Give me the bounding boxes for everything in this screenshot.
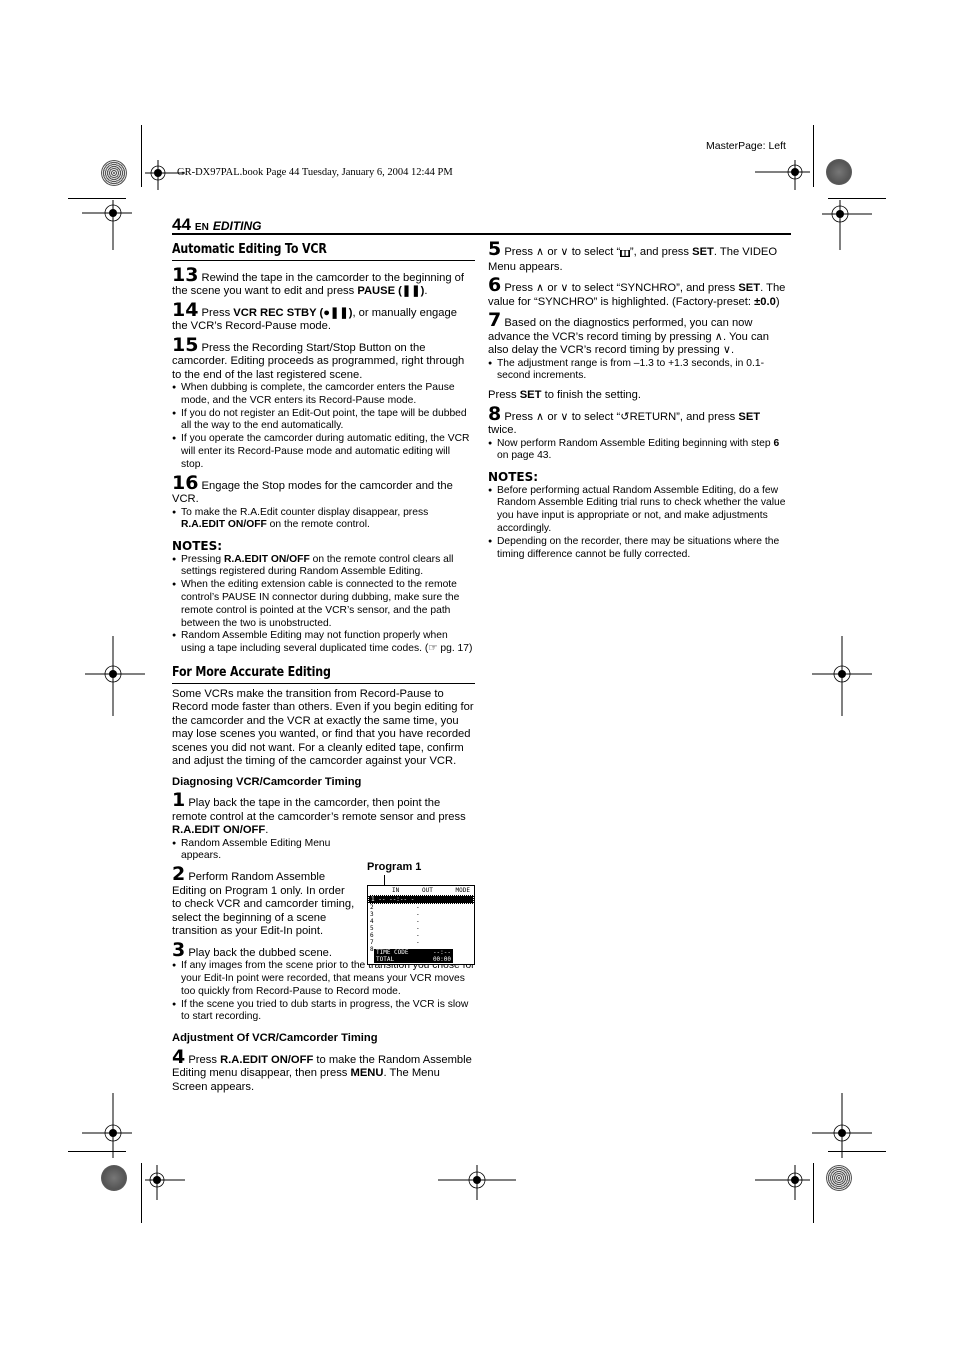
header-rule <box>172 233 791 235</box>
intro-paragraph: Some VCRs make the transition from Recor… <box>172 687 474 768</box>
bullet: To make the R.A.Edit counter display dis… <box>172 507 475 533</box>
note: When the editing extension cable is conn… <box>172 579 475 630</box>
menu-header: IN OUT MODE <box>392 887 470 894</box>
registration-target-icon <box>812 1093 872 1158</box>
press-set-paragraph: Press SET to finish the setting. <box>488 389 641 402</box>
crop-line <box>813 1163 814 1223</box>
color-bar-disc-icon <box>101 160 127 186</box>
crop-line <box>68 1151 126 1152</box>
note: Depending on the recorder, there may be … <box>488 536 791 562</box>
step-6: 6 Press ∧ or ∨ to select “SYNCHRO”, and … <box>488 274 786 308</box>
bullet: If you do not register an Edit-Out point… <box>172 408 475 434</box>
registration-target-icon <box>812 636 872 716</box>
video-menu-icon: ▮▮ <box>620 250 630 257</box>
crop-line <box>828 1151 886 1152</box>
step-14: 14 Press VCR REC STBY (●❚❚), or manually… <box>172 298 457 332</box>
crop-line <box>68 198 126 199</box>
note: Random Assemble Editing may not function… <box>172 630 475 656</box>
bullet: When dubbing is complete, the camcorder … <box>172 382 475 408</box>
step-15: 15 Press the Recording Start/Stop Button… <box>172 333 465 381</box>
figure-label: Program 1 <box>367 861 422 873</box>
registration-target-icon <box>145 1165 185 1200</box>
crop-line <box>141 125 142 187</box>
time-code-box: TIME CODE --:-- TOTAL 00:00 <box>374 949 453 963</box>
step-2: 2 Perform Random Assemble Editing on Pro… <box>172 863 355 938</box>
step-1: 1 Play back the tape in the camcorder, t… <box>172 789 466 837</box>
subheading-adjustment: Adjustment Of VCR/Camcorder Timing <box>172 1032 378 1045</box>
note: Before performing actual Random Assemble… <box>488 485 791 536</box>
program-row-selected: 1 -- --:-- - <box>368 895 474 904</box>
step-16: 16 Engage the Stop modes for the camcord… <box>172 471 453 506</box>
color-bar-disc-icon <box>826 159 852 185</box>
bullet: Now perform Random Assemble Editing begi… <box>488 438 791 464</box>
page-number: 44 <box>172 215 191 234</box>
note: Pressing R.A.EDIT ON/OFF on the remote c… <box>172 554 475 580</box>
bullet: If you operate the camcorder during auto… <box>172 433 475 471</box>
program-row: 3- <box>370 911 420 918</box>
section-title: EDITING <box>212 219 262 233</box>
master-page-label: MasterPage: Left <box>706 140 786 152</box>
language-code: EN <box>194 222 209 233</box>
registration-target-icon <box>755 1165 810 1200</box>
registration-target-icon <box>85 636 145 716</box>
crop-line <box>813 125 814 187</box>
bullet: If any images from the scene prior to th… <box>172 960 475 998</box>
program-row: 7- <box>370 939 420 946</box>
registration-target-icon <box>82 1093 132 1158</box>
heading-rule <box>172 259 475 261</box>
program-row: 2- <box>370 904 420 911</box>
notes-label: NOTES: <box>488 470 539 485</box>
heading-more-accurate-editing: For More Accurate Editing <box>172 664 331 681</box>
color-bar-disc-icon <box>826 1165 852 1191</box>
bullet: Random Assemble Editing Menu appears. <box>172 838 357 864</box>
program-row: 5- <box>370 925 420 932</box>
subheading-diagnosing: Diagnosing VCR/Camcorder Timing <box>172 775 362 788</box>
random-assemble-menu-screen: IN OUT MODE 1 -- --:-- - 2- 3- 4- 5- 6- … <box>367 885 475 965</box>
step-8: 8 Press ∧ or ∨ to select “↺RETURN”, and … <box>488 402 761 437</box>
right-column: 5 Press ∧ or ∨ to select “▮▮”, and press… <box>488 238 791 562</box>
crop-line <box>141 1163 142 1223</box>
step-7: 7 Based on the diagnostics performed, yo… <box>488 309 769 357</box>
color-bar-disc-icon <box>101 1165 127 1191</box>
page-header: 44 EN EDITING <box>172 215 476 235</box>
heading-rule <box>172 682 475 684</box>
step-4: 4 Press R.A.EDIT ON/OFF to make the Rand… <box>172 1045 472 1093</box>
left-column: Automatic Editing To VCR 13 Rewind the t… <box>172 241 475 1094</box>
bullet: The adjustment range is from –1.3 to +1.… <box>488 358 791 384</box>
step-13: 13 Rewind the tape in the camcorder to t… <box>172 263 465 297</box>
registration-target-icon <box>822 200 872 250</box>
crop-line <box>828 198 886 199</box>
step-5: 5 Press ∧ or ∨ to select “▮▮”, and press… <box>488 238 778 273</box>
program-row: 4- <box>370 918 420 925</box>
registration-target-icon <box>755 160 810 190</box>
heading-automatic-editing: Automatic Editing To VCR <box>172 241 327 257</box>
book-info: GR-DX97PAL.book Page 44 Tuesday, January… <box>177 167 453 178</box>
bullet: If the scene you tried to dub starts in … <box>172 999 475 1025</box>
program-row: 6- <box>370 932 420 939</box>
notes-label: NOTES: <box>172 539 223 554</box>
registration-target-icon <box>438 1165 516 1200</box>
registration-target-icon <box>82 200 132 250</box>
